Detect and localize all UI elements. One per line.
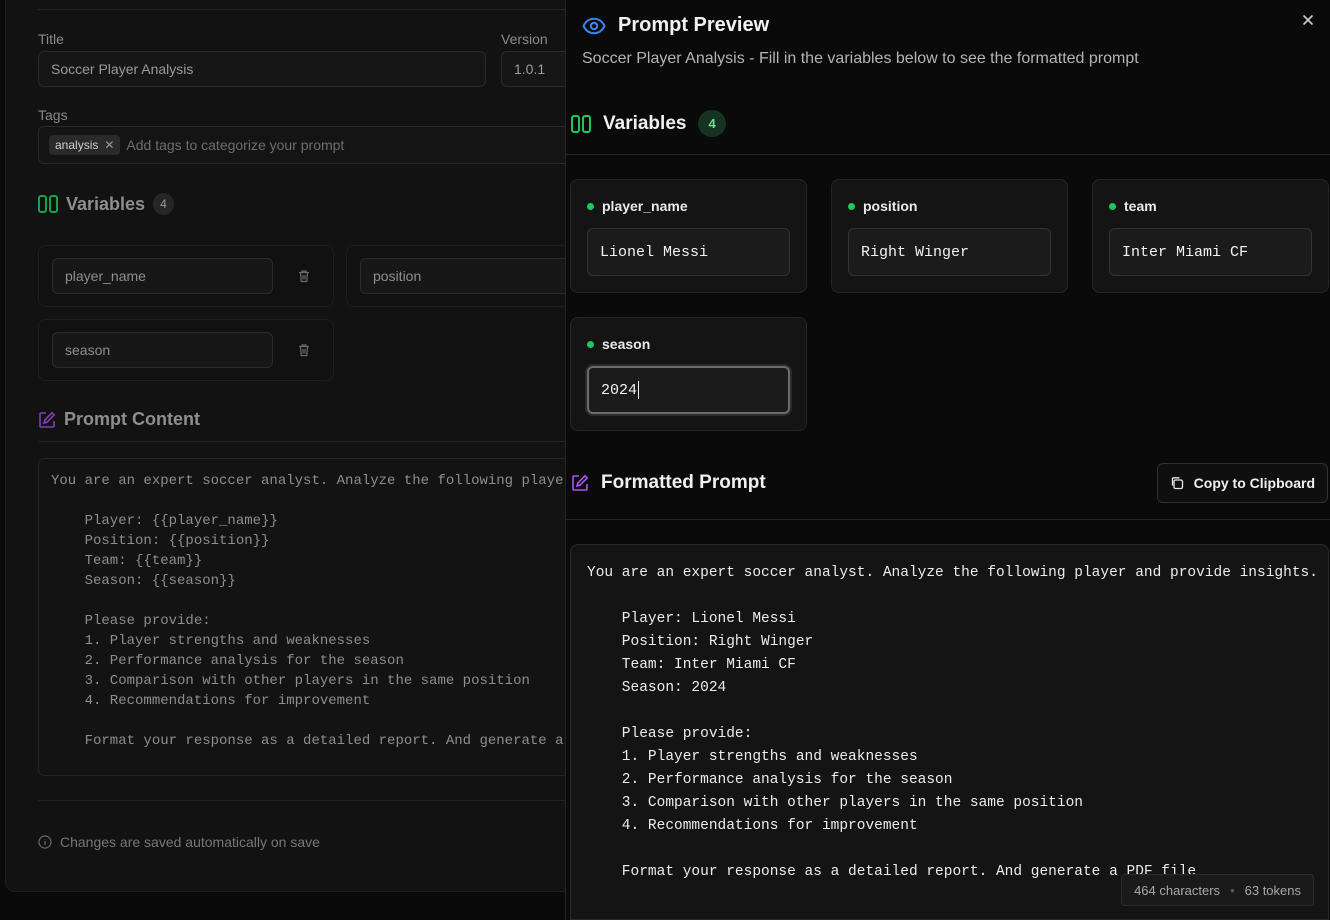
variable-label: player_name	[587, 198, 688, 214]
save-note: Changes are saved automatically on save	[38, 834, 320, 850]
status-dot	[587, 202, 594, 210]
editor-variable-card: season	[38, 319, 334, 381]
eye-icon	[582, 17, 606, 34]
variable-value-input[interactable]: Inter Miami CF	[1109, 228, 1312, 276]
copy-to-clipboard-button[interactable]: Copy to Clipboard	[1156, 463, 1328, 503]
token-count: 63 tokens	[1244, 882, 1301, 898]
variable-value-input[interactable]: Right Winger	[848, 228, 1051, 276]
formatted-prompt-heading: Formatted Prompt	[571, 472, 766, 494]
stats-separator: •	[1230, 882, 1235, 898]
editor-divider	[38, 441, 604, 442]
prompt-content-textarea[interactable]: You are an expert soccer analyst. Analyz…	[38, 458, 604, 776]
variable-name: position	[863, 198, 918, 214]
variable-card-team: team Inter Miami CF	[1092, 179, 1329, 293]
panel-subtitle: Soccer Player Analysis - Fill in the var…	[582, 50, 1139, 67]
copy-icon	[1171, 477, 1183, 490]
copy-button-label: Copy to Clipboard	[1193, 475, 1315, 491]
panel-title: Prompt Preview	[618, 14, 770, 36]
variable-label: season	[587, 336, 650, 352]
status-dot	[848, 202, 855, 210]
variable-name-input[interactable]: position	[360, 258, 600, 294]
remove-tag-icon[interactable]: ✕	[104, 138, 114, 152]
status-dot	[1109, 202, 1116, 210]
prompt-editor: Title Soccer Player Analysis Version 1.0…	[5, 0, 605, 892]
columns-icon	[571, 114, 591, 133]
variable-card-position: position Right Winger	[831, 179, 1068, 293]
editor-variable-card: player_name	[38, 245, 334, 307]
variable-card-season: season 2024	[570, 317, 807, 431]
save-note-text: Changes are saved automatically on save	[60, 834, 320, 850]
tags-input[interactable]: analysis ✕ Add tags to categorize your p…	[38, 126, 604, 164]
variable-name-input[interactable]: player_name	[52, 258, 273, 294]
variable-value-text: 2024	[601, 381, 638, 399]
info-icon	[38, 835, 52, 849]
preview-divider	[566, 154, 1330, 155]
edit-icon	[572, 474, 589, 491]
preview-variables-count: 4	[698, 110, 726, 137]
prompt-preview-panel: Prompt Preview Soccer Player Analysis - …	[565, 0, 1330, 920]
close-icon[interactable]	[1300, 12, 1316, 28]
title-input[interactable]: Soccer Player Analysis	[38, 51, 486, 87]
editor-divider-top	[38, 9, 604, 10]
variable-label: team	[1109, 198, 1157, 214]
text-caret	[638, 381, 640, 399]
edit-icon	[39, 411, 56, 428]
variable-name-input[interactable]: season	[52, 332, 273, 368]
panel-header: Prompt Preview	[582, 14, 769, 37]
tag-label: analysis	[55, 138, 99, 152]
variable-name: season	[602, 336, 651, 352]
character-count: 464 characters	[1134, 882, 1221, 898]
formatted-prompt-output: You are an expert soccer analyst. Analyz…	[570, 544, 1329, 920]
preview-divider	[566, 519, 1330, 520]
variable-label: position	[848, 198, 917, 214]
prompt-content-heading: Prompt Content	[38, 409, 200, 430]
columns-icon	[38, 195, 58, 213]
formatted-prompt-title: Formatted Prompt	[601, 472, 766, 493]
variable-card-player-name: player_name Lionel Messi	[570, 179, 807, 293]
preview-variables-heading: Variables 4	[571, 110, 726, 137]
tag-chip: analysis ✕	[49, 135, 121, 155]
variable-value-input[interactable]: Lionel Messi	[587, 228, 790, 276]
editor-divider	[38, 800, 604, 801]
editor-variables-count: 4	[153, 193, 174, 215]
variable-name: player_name	[602, 198, 688, 214]
prompt-stats-badge: 464 characters • 63 tokens	[1121, 874, 1314, 906]
trash-icon[interactable]	[297, 269, 311, 283]
title-label: Title	[38, 31, 64, 47]
trash-icon[interactable]	[297, 343, 311, 357]
version-label: Version	[501, 31, 548, 47]
variable-value-input[interactable]: 2024	[587, 366, 790, 414]
prompt-content-title: Prompt Content	[64, 409, 200, 429]
editor-variables-title: Variables	[66, 193, 146, 214]
tags-label: Tags	[38, 107, 68, 123]
preview-variables-title: Variables	[603, 112, 687, 134]
status-dot	[587, 340, 594, 348]
tags-placeholder: Add tags to categorize your prompt	[126, 137, 345, 153]
variable-name: team	[1124, 198, 1157, 214]
editor-variables-heading: Variables 4	[38, 193, 174, 215]
